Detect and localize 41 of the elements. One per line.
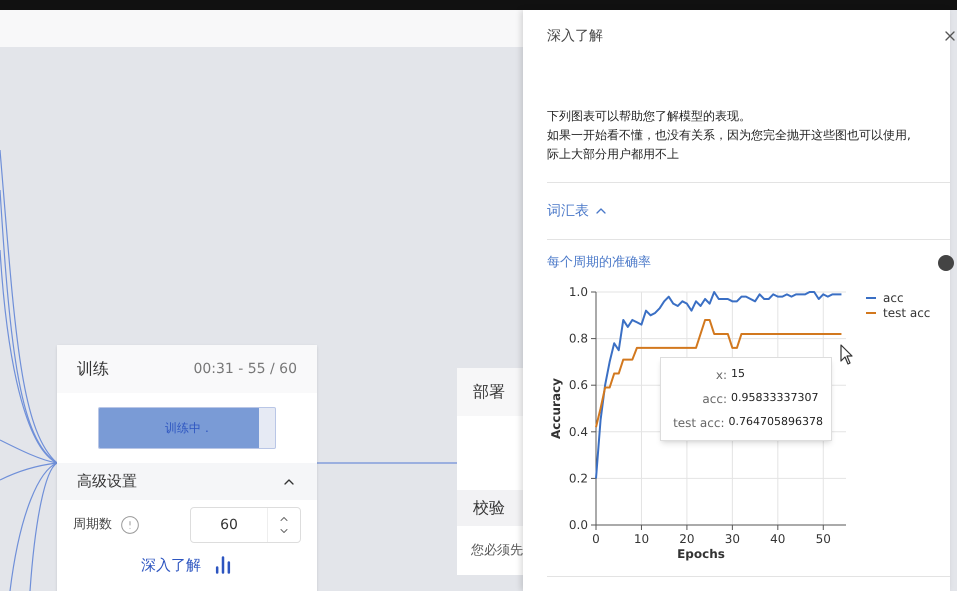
tick-label: 0.0	[568, 518, 588, 532]
tick-label: 20	[679, 532, 695, 546]
panel-title: 深入了解	[547, 26, 603, 46]
tick-label: 0.4	[568, 424, 588, 439]
learn-more-link[interactable]: 深入了解	[141, 554, 201, 576]
tooltip-key: x:	[661, 366, 731, 384]
tick-label: 0.6	[568, 378, 588, 392]
tooltip-key: test acc:	[661, 414, 729, 432]
tick-label: 30	[724, 532, 740, 546]
progress-label: 训练中 .	[164, 420, 210, 437]
x-axis-title: Epochs	[677, 547, 725, 561]
intro-text: 下列图表可以帮助您了解模型的表现。 如果一开始看不懂，也没有关系，因为您完全抛开这些图也可以使用, 际上大部分用户都用不上	[547, 108, 912, 163]
timer: 00:31 - 55 / 60	[193, 360, 297, 378]
tick-label: 1.0	[568, 285, 588, 299]
glossary-toggle[interactable]: 词汇表	[547, 183, 609, 239]
legend-label: test acc	[883, 306, 930, 320]
info-icon	[120, 515, 140, 535]
chart-title: 每个周期的准确率	[547, 254, 651, 272]
help-icon[interactable]	[938, 255, 954, 271]
y-axis-title: Accuracy	[549, 378, 563, 439]
section-title: 校验	[473, 497, 505, 519]
epochs-stepper[interactable]: 60	[190, 507, 301, 543]
card-title: 部署	[473, 381, 505, 403]
tick-label: 0.2	[568, 471, 588, 486]
legend-label: acc	[883, 291, 904, 305]
advanced-settings-header[interactable]: 高级设置	[57, 463, 317, 500]
tooltip-value: 0.95833337307	[731, 390, 818, 406]
tooltip-value: 0.764705896378	[728, 414, 823, 430]
message-text: 您必须先	[471, 542, 523, 560]
tick-label: 50	[816, 532, 831, 546]
tooltip-value: 15	[731, 366, 745, 382]
tick-label: 0	[592, 532, 600, 546]
bar-chart-icon	[213, 555, 233, 576]
tick-label: 0.8	[568, 332, 588, 346]
field-label: 周期数	[73, 516, 112, 534]
tooltip-key: acc:	[661, 390, 731, 408]
tick-label: 10	[634, 532, 650, 546]
cursor-icon	[840, 344, 854, 366]
epochs-input[interactable]: 60	[191, 508, 267, 542]
card-title: 训练	[77, 358, 109, 380]
tick-label: 40	[770, 532, 786, 546]
